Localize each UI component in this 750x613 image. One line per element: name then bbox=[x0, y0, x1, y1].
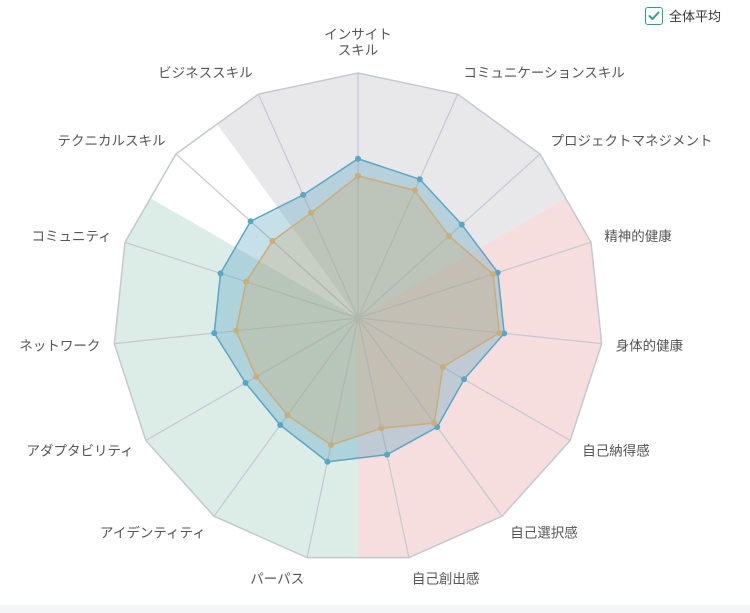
legend-toggle-average[interactable]: 全体平均 bbox=[645, 6, 721, 25]
series-1-point-10[interactable] bbox=[253, 373, 260, 380]
series-1-point-3[interactable] bbox=[490, 271, 497, 278]
series-1-point-1[interactable] bbox=[411, 187, 418, 194]
series-1-point-13[interactable] bbox=[269, 237, 276, 244]
series-0-point-5[interactable] bbox=[461, 376, 468, 383]
checkbox-icon[interactable] bbox=[645, 6, 663, 25]
series-0-point-12[interactable] bbox=[217, 270, 224, 277]
axis-label-10: アダプタビリティ bbox=[26, 444, 133, 460]
series-1-point-4[interactable] bbox=[496, 329, 503, 336]
series-0-point-7[interactable] bbox=[384, 451, 391, 458]
axis-label-6: 自己選択感 bbox=[510, 524, 578, 541]
series-0-point-13[interactable] bbox=[247, 218, 254, 225]
series-0-point-2[interactable] bbox=[458, 221, 465, 228]
series-0-point-11[interactable] bbox=[211, 330, 218, 337]
legend-label: 全体平均 bbox=[669, 10, 722, 25]
series-1-point-2[interactable] bbox=[446, 233, 453, 240]
series-0-point-9[interactable] bbox=[277, 422, 284, 429]
series-1-point-5[interactable] bbox=[439, 364, 446, 370]
axis-label-14: ビジネススキル bbox=[158, 65, 253, 81]
series-1-point-8[interactable] bbox=[328, 442, 335, 449]
axis-label-5: 自己納得感 bbox=[582, 443, 650, 460]
series-0-point-0[interactable] bbox=[355, 155, 361, 162]
series-1-point-12[interactable] bbox=[243, 278, 250, 285]
series-1-point-9[interactable] bbox=[284, 412, 291, 419]
axis-label-1: コミュニケーションスキル bbox=[463, 65, 624, 81]
axis-label-3: 精神的健康 bbox=[604, 228, 672, 245]
bottom-bar bbox=[0, 605, 750, 613]
axis-label-4: 身体的健康 bbox=[616, 338, 684, 355]
series-1-point-6[interactable] bbox=[431, 420, 438, 427]
axis-label-2: プロジェクトマネジメント bbox=[550, 134, 712, 150]
check-icon bbox=[648, 11, 660, 20]
radar-chart: インサイトスキルコミュニケーションスキルプロジェクトマネジメント精神的健康身体的… bbox=[19, 27, 712, 587]
axis-label-7: 自己創出感 bbox=[412, 570, 480, 587]
series-1-point-14[interactable] bbox=[308, 209, 315, 216]
series-1-point-11[interactable] bbox=[233, 327, 240, 334]
axis-label-8: パーパス bbox=[250, 571, 304, 587]
axis-label-9: アイデンティティ bbox=[100, 524, 206, 541]
axis-label-12: コミュニティ bbox=[31, 229, 111, 245]
series-0-point-8[interactable] bbox=[324, 458, 331, 465]
series-1-point-7[interactable] bbox=[378, 425, 385, 432]
axis-label-13: テクニカルスキル bbox=[58, 134, 166, 150]
axis-label-0: インサイトスキル bbox=[324, 27, 392, 59]
series-0-point-14[interactable] bbox=[300, 191, 307, 198]
axis-label-11: ネットワーク bbox=[19, 339, 100, 355]
series-1-point-0[interactable] bbox=[355, 172, 361, 179]
series-0-point-1[interactable] bbox=[416, 176, 423, 183]
series-0-point-10[interactable] bbox=[242, 379, 249, 386]
